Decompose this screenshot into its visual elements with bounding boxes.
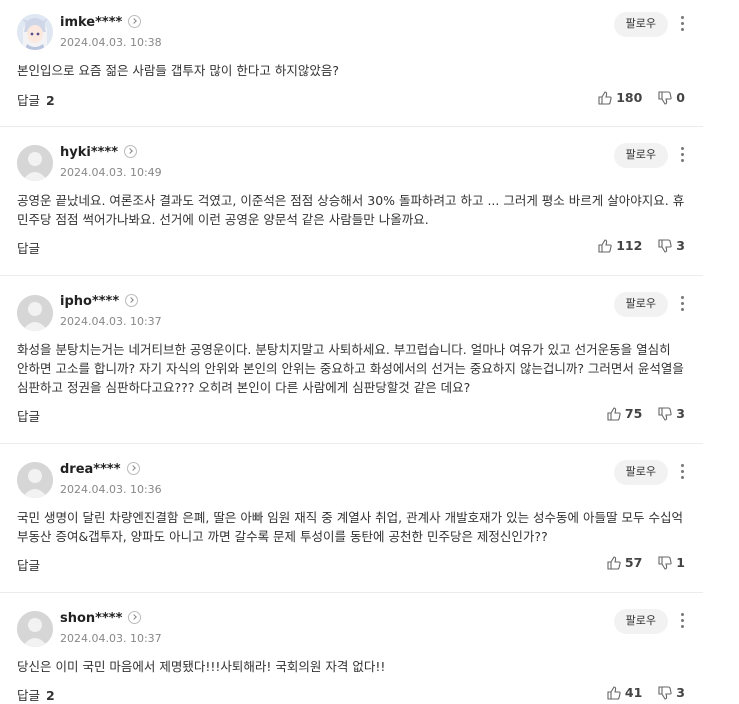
dislike-count: 0 [676,90,685,105]
comment-text: 당신은 이미 국민 마음에서 제명됐다!!!사퇴해라! 국회의원 자격 없다!! [17,659,386,674]
thumbs-up-icon[interactable] [598,90,612,105]
reaction-bar: 41 3 [607,685,685,700]
avatar[interactable] [17,462,53,498]
reaction-bar: 75 3 [607,406,685,421]
follow-button[interactable]: 팔로우 [613,460,668,485]
comment-date: 2024.04.03. 10:36 [60,483,162,496]
comment-item: imke**** 2024.04.03. 10:38 팔로우 본인입으로 요즘 … [0,0,703,127]
username[interactable]: ipho**** [60,294,139,309]
like-count: 75 [624,406,643,421]
more-options-icon[interactable] [679,16,687,32]
comment-text: 화성을 분탕치는거는 네거티브한 공영운이다. 분탕치지말고 사퇴하세요. 부끄… [17,342,684,395]
reply-label: 답글 [17,409,41,424]
thumbs-down-icon[interactable] [658,406,672,421]
like-count: 41 [624,685,643,700]
comment-date: 2024.04.03. 10:37 [60,315,162,328]
thumbs-up-icon[interactable] [607,555,621,570]
avatar[interactable] [17,295,53,331]
reply-count: 2 [46,688,55,703]
follow-button[interactable]: 팔로우 [613,143,668,168]
comment-date: 2024.04.03. 10:49 [60,166,162,179]
follow-button[interactable]: 팔로우 [613,292,668,317]
reply-button[interactable]: 답글 [17,238,42,257]
comment-item: drea**** 2024.04.03. 10:36 팔로우 국민 생명이 달린… [0,444,703,593]
like-count: 180 [616,90,643,105]
follow-button[interactable]: 팔로우 [613,12,668,37]
avatar[interactable] [17,145,53,181]
thumbs-down-icon[interactable] [658,685,672,700]
comment-date: 2024.04.03. 10:37 [60,632,162,645]
thumbs-up-icon[interactable] [607,685,621,700]
username-text: ipho**** [60,294,120,309]
thumbs-down-icon[interactable] [658,238,672,253]
reply-label: 답글 [17,688,41,703]
username-text: drea**** [60,462,121,477]
comment-text: 공영운 끝났네요. 여론조사 결과도 걱였고, 이준석은 점점 상승해서 30%… [17,193,685,227]
comment-item: shon**** 2024.04.03. 10:37 팔로우 당신은 이미 국민… [0,593,703,703]
dislike-count: 1 [676,555,685,570]
chevron-right-icon[interactable] [124,145,138,158]
comment-text: 국민 생명이 달린 차량엔진결함 은폐, 딸은 아빠 임원 재직 중 계열사 취… [17,510,683,544]
chevron-right-icon[interactable] [128,611,142,624]
chevron-right-icon[interactable] [126,462,140,475]
comment-date: 2024.04.03. 10:38 [60,36,162,49]
reaction-bar: 112 3 [598,238,685,253]
comment-item: hyki**** 2024.04.03. 10:49 팔로우 공영운 끝났네요.… [0,127,703,276]
reply-button[interactable]: 답글 2 [17,90,55,109]
chevron-right-icon[interactable] [125,294,139,307]
reply-button[interactable]: 답글 2 [17,685,55,704]
comment-item: ipho**** 2024.04.03. 10:37 팔로우 화성을 분탕치는거… [0,276,703,444]
reply-button[interactable]: 답글 [17,406,42,425]
reply-button[interactable]: 답글 [17,555,42,574]
like-count: 112 [616,238,643,253]
avatar[interactable] [17,14,53,50]
dislike-count: 3 [676,406,685,421]
reply-label: 답글 [17,241,41,256]
reaction-bar: 180 0 [598,90,685,105]
reply-label: 답글 [17,558,41,573]
comment-list: imke**** 2024.04.03. 10:38 팔로우 본인입으로 요즘 … [0,0,703,703]
username[interactable]: hyki**** [60,145,138,160]
reaction-bar: 57 1 [607,555,685,570]
like-count: 57 [624,555,643,570]
avatar[interactable] [17,611,53,647]
more-options-icon[interactable] [679,464,687,480]
username[interactable]: imke**** [60,15,142,30]
username-text: shon**** [60,611,123,626]
more-options-icon[interactable] [679,147,687,163]
thumbs-up-icon[interactable] [607,406,621,421]
username[interactable]: shon**** [60,611,142,626]
reply-count: 2 [46,93,55,108]
follow-button[interactable]: 팔로우 [613,609,668,634]
dislike-count: 3 [676,238,685,253]
more-options-icon[interactable] [679,613,687,629]
username-text: hyki**** [60,145,119,160]
thumbs-down-icon[interactable] [658,90,672,105]
dislike-count: 3 [676,685,685,700]
thumbs-down-icon[interactable] [658,555,672,570]
username-text: imke**** [60,15,123,30]
more-options-icon[interactable] [679,296,687,312]
chevron-right-icon[interactable] [128,15,142,28]
username[interactable]: drea**** [60,462,140,477]
reply-label: 답글 [17,93,41,108]
thumbs-up-icon[interactable] [598,238,612,253]
comment-text: 본인입으로 요즘 젊은 사람들 갭투자 많이 한다고 하지않았음? [17,63,339,78]
